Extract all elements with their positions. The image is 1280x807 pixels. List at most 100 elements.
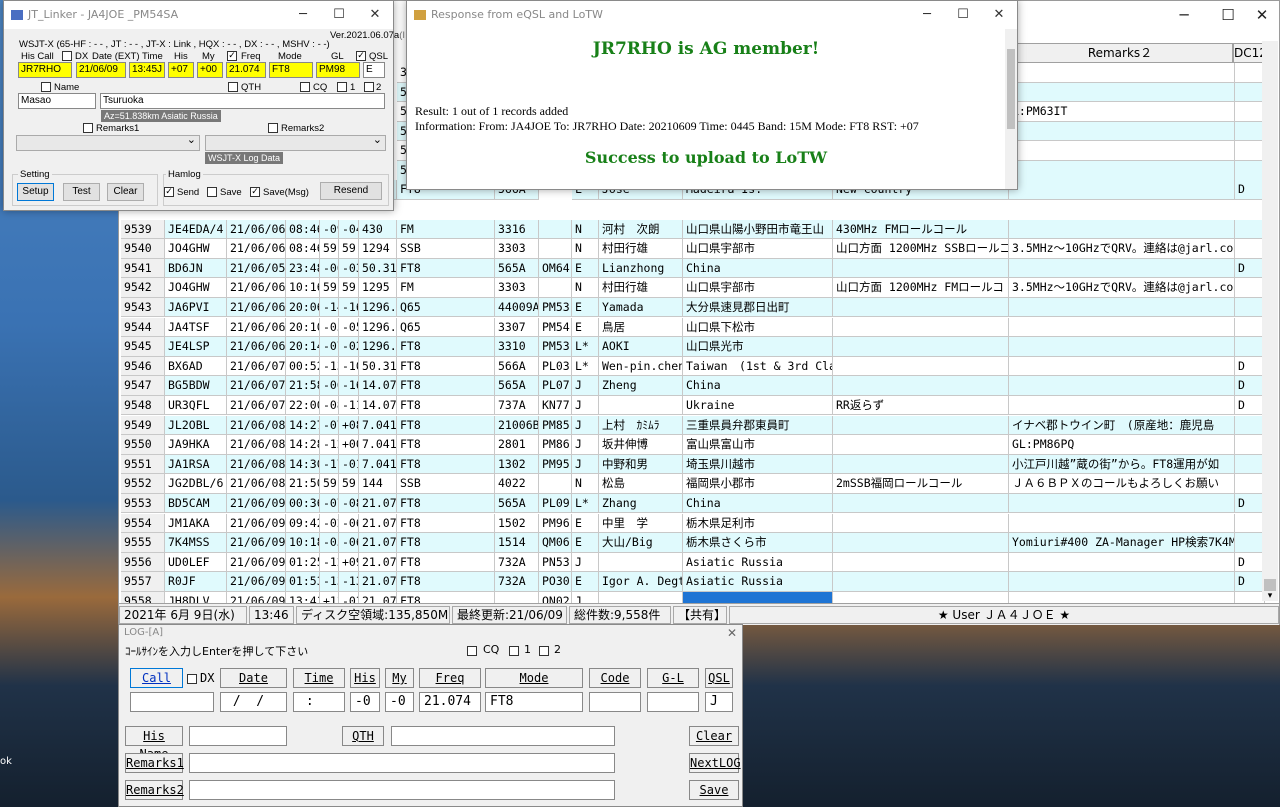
table-cell[interactable]: 村田行雄 — [599, 239, 683, 259]
maximize-icon[interactable]: ☐ — [321, 1, 357, 29]
qth-input[interactable] — [391, 726, 615, 746]
table-cell[interactable]: 14:27J — [286, 415, 320, 436]
table-cell[interactable]: FT8 — [397, 493, 495, 514]
table-cell[interactable] — [1009, 121, 1235, 142]
table-cell[interactable]: 坂井伸博 — [599, 435, 683, 455]
table-cell[interactable]: N — [572, 278, 599, 298]
table-cell[interactable]: D — [1235, 258, 1265, 279]
table-cell[interactable]: RR返らず — [833, 395, 1009, 416]
table-cell[interactable]: N — [572, 474, 599, 494]
table-cell[interactable]: PN53 — [539, 552, 572, 573]
table-cell[interactable]: 大分県速見郡日出町 — [683, 297, 833, 318]
table-cell[interactable]: FT8 — [397, 572, 495, 592]
table-cell[interactable] — [833, 317, 1009, 338]
table-cell[interactable]: -11 — [339, 395, 359, 416]
table-cell[interactable] — [1009, 180, 1235, 200]
table-cell[interactable]: 20:10J — [286, 317, 320, 338]
table-cell[interactable]: Ukraine — [683, 395, 833, 416]
time-field[interactable]: 13:45J — [129, 62, 165, 78]
minimize-icon[interactable]: ─ — [285, 1, 321, 29]
table-cell[interactable]: PM53 — [539, 297, 572, 318]
name-field[interactable]: Masao — [18, 93, 96, 109]
table-cell[interactable]: 1294 — [359, 239, 397, 259]
table-cell[interactable]: 21/06/07 — [227, 395, 286, 416]
row-number[interactable]: 9546 — [121, 356, 165, 377]
table-cell[interactable]: JG2DBL/6 — [165, 474, 227, 494]
table-cell[interactable]: Asiatic Russia — [683, 552, 833, 573]
table-cell[interactable]: 565A — [495, 258, 539, 279]
table-cell[interactable]: 3.5MHz～10GHzでQRV。連絡は@jarl.com — [1009, 239, 1235, 259]
row-number[interactable]: 9557 — [121, 572, 165, 592]
row-number[interactable]: 9540 — [121, 239, 165, 259]
table-cell[interactable] — [833, 533, 1009, 553]
row-number[interactable]: 9539 — [121, 219, 165, 240]
table-cell[interactable]: PM95 — [539, 454, 572, 475]
table-cell[interactable]: 1296.60 — [359, 297, 397, 318]
table-cell[interactable]: 山口県光市 — [683, 337, 833, 357]
table-cell[interactable] — [1009, 356, 1235, 377]
nextlog-button[interactable]: NextLOG — [689, 753, 741, 773]
table-cell[interactable]: FT8 — [397, 533, 495, 553]
table-cell[interactable] — [833, 297, 1009, 318]
table-cell[interactable]: 22:00U — [286, 395, 320, 416]
table-cell[interactable] — [833, 513, 1009, 534]
qth-field[interactable]: Tsuruoka — [100, 93, 385, 109]
table-cell[interactable]: 山口県宇部市 — [683, 239, 833, 259]
response-scrollbar[interactable] — [1005, 29, 1017, 189]
table-cell[interactable]: 21/06/06 — [227, 219, 286, 240]
table-cell[interactable]: Taiwan (1st & 3rd Cla — [683, 356, 833, 377]
table-cell[interactable] — [833, 493, 1009, 514]
table-cell[interactable]: JA6PVI — [165, 297, 227, 318]
code-input[interactable] — [589, 692, 641, 712]
table-cell[interactable]: 7.041 — [359, 454, 397, 475]
gl-input[interactable] — [647, 692, 699, 712]
close-icon[interactable]: ✕ — [357, 1, 393, 29]
table-cell[interactable]: J — [572, 376, 599, 396]
table-cell[interactable]: -17 — [320, 454, 339, 475]
table-cell[interactable]: 三重県員弁郡東員町 — [683, 415, 833, 436]
table-cell[interactable] — [833, 454, 1009, 475]
table-cell[interactable]: JA9HKA — [165, 435, 227, 455]
table-cell[interactable] — [833, 435, 1009, 455]
table-cell[interactable] — [833, 356, 1009, 377]
table-cell[interactable] — [1009, 395, 1235, 416]
table-cell[interactable] — [1235, 297, 1265, 318]
table-cell[interactable]: 59 — [339, 239, 359, 259]
table-cell[interactable]: FM — [397, 219, 495, 240]
his-call-field[interactable]: JR7RHO — [18, 62, 72, 78]
my-input[interactable]: -0 — [385, 692, 414, 712]
table-cell[interactable]: 2mSSB福岡ロールコール — [833, 474, 1009, 494]
name-checkbox[interactable] — [41, 82, 51, 92]
table-cell[interactable]: Wen-pin.chen — [599, 356, 683, 377]
test-button[interactable]: Test — [63, 183, 100, 201]
save-checkbox[interactable] — [207, 187, 217, 197]
table-cell[interactable]: 01:25U — [286, 552, 320, 573]
table-cell[interactable]: KN77 — [539, 395, 572, 416]
maximize-icon[interactable]: ☐ — [945, 1, 981, 29]
row-number[interactable]: 9554 — [121, 513, 165, 534]
remarks2-dropdown[interactable] — [205, 133, 386, 151]
table-cell[interactable]: 430MHz FMロールコール — [833, 219, 1009, 240]
two-checkbox[interactable] — [539, 646, 549, 656]
table-cell[interactable]: Lianzhong — [599, 258, 683, 279]
row-number[interactable]: 9556 — [121, 552, 165, 573]
table-cell[interactable]: -04 — [339, 219, 359, 240]
table-cell[interactable]: FT8 — [397, 395, 495, 416]
table-cell[interactable]: BX6AD — [165, 356, 227, 377]
table-cell[interactable]: -01 — [339, 454, 359, 475]
row-number[interactable]: 9551 — [121, 454, 165, 475]
table-cell[interactable]: 14:28J — [286, 435, 320, 455]
table-cell[interactable]: 59 — [320, 278, 339, 298]
table-cell[interactable]: N — [572, 219, 599, 240]
table-cell[interactable]: SSB — [397, 239, 495, 259]
call-button[interactable]: Call — [130, 668, 183, 688]
table-cell[interactable]: J — [572, 395, 599, 416]
table-cell[interactable]: FT8 — [397, 435, 495, 455]
table-cell[interactable]: PL09 — [539, 493, 572, 514]
freq-checkbox[interactable]: ✓ — [227, 51, 237, 61]
table-cell[interactable]: 14:30J — [286, 454, 320, 475]
mode-field[interactable]: FT8 — [269, 62, 313, 78]
table-cell[interactable]: 1296.60 — [359, 337, 397, 357]
table-cell[interactable]: -07 — [320, 415, 339, 436]
table-cell[interactable]: 50.314 — [359, 258, 397, 279]
